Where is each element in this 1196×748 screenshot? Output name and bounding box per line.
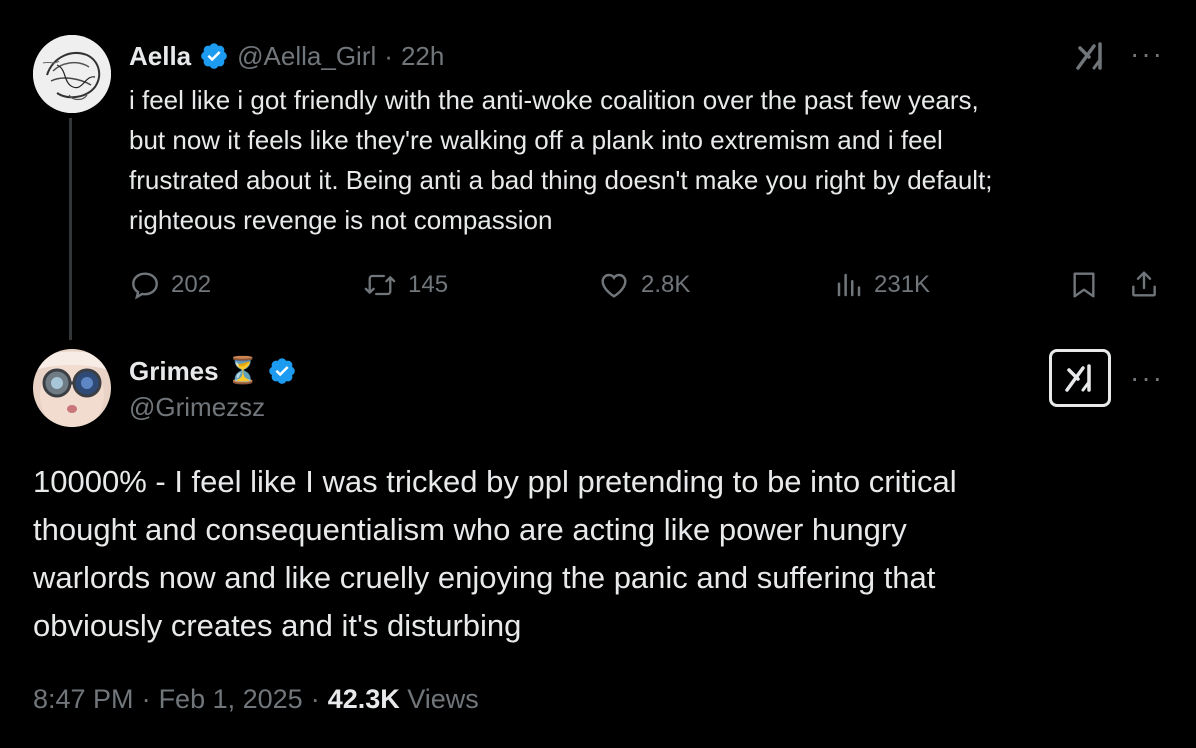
tweet-text: i feel like i got friendly with the anti…: [129, 80, 1179, 240]
avatar-grimes-image: [33, 349, 111, 427]
reply-button[interactable]: 202: [129, 268, 211, 302]
like-icon: [601, 273, 627, 298]
tweet-date[interactable]: Feb 1, 2025: [159, 684, 303, 715]
like-button[interactable]: 2.8K: [597, 268, 690, 302]
avatar-grimes[interactable]: [33, 349, 111, 427]
thread-connector-line: [69, 118, 72, 340]
repost-button[interactable]: 145: [362, 268, 448, 302]
separator-dot: ·: [384, 40, 393, 71]
more-icon[interactable]: ···: [1130, 364, 1164, 392]
tweet-footer: 8:47 PM · Feb 1, 2025 · 42.3K Views: [33, 684, 479, 715]
tweet-text-line: but now it feels like they're walking of…: [129, 125, 943, 155]
author-handle[interactable]: @Grimezsz: [129, 392, 265, 423]
repost-count: 145: [408, 271, 449, 298]
tweet-time[interactable]: 22h: [401, 41, 444, 72]
tweet-text-line: i feel like i got friendly with the anti…: [129, 85, 979, 115]
verified-badge-icon[interactable]: [267, 356, 297, 386]
author-name[interactable]: Aella: [129, 41, 191, 72]
tweet-text-line: righteous revenge is not compassion: [129, 205, 553, 235]
grok-icon[interactable]: [1074, 40, 1108, 72]
tweet-text: 10000% - I feel like I was tricked by pp…: [33, 458, 1173, 650]
views-button[interactable]: 231K: [834, 268, 930, 302]
grok-icon[interactable]: [1049, 349, 1111, 407]
reply-count: 202: [171, 271, 212, 298]
views-number: 42.3K: [327, 684, 400, 714]
author-handle[interactable]: @Aella_Girl: [237, 41, 376, 72]
tweet-timestamp[interactable]: 8:47 PM: [33, 684, 134, 715]
views-label: Views: [407, 684, 479, 714]
tweet-text-line: frustrated about it. Being anti a bad th…: [129, 165, 993, 195]
bookmark-icon[interactable]: [1068, 269, 1100, 306]
views-icon: [837, 273, 861, 297]
verified-badge-icon[interactable]: [199, 41, 229, 71]
separator-dot: ·: [141, 684, 151, 714]
views-count: 231K: [874, 271, 931, 298]
more-icon[interactable]: ···: [1130, 40, 1164, 68]
separator-dot: ·: [310, 684, 320, 714]
reply-icon: [132, 272, 158, 300]
tweet-text-line: warlords now and like cruelly enjoying t…: [33, 560, 936, 595]
share-icon[interactable]: [1128, 268, 1160, 305]
like-count: 2.8K: [641, 271, 691, 298]
tweet-text-line: obviously creates and it's disturbing: [33, 608, 522, 643]
views-count: 42.3K Views: [328, 684, 479, 715]
tweet-text-line: thought and consequentialism who are act…: [33, 512, 907, 547]
avatar-aella-image: [33, 35, 111, 113]
avatar-aella[interactable]: [33, 35, 111, 113]
author-name[interactable]: Grimes: [129, 356, 219, 387]
tweet-text-line: 10000% - I feel like I was tricked by pp…: [33, 464, 957, 499]
repost-icon: [364, 274, 396, 296]
hourglass-emoji: ⏳: [226, 356, 259, 386]
